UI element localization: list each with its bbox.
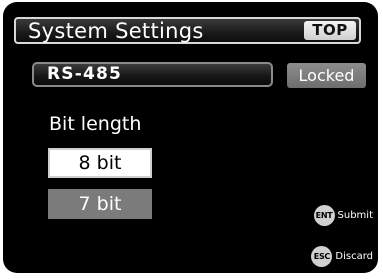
title-bar: System Settings TOP bbox=[14, 17, 361, 44]
ent-key-icon: ENT bbox=[313, 204, 335, 226]
discard-hint[interactable]: ESC Discard bbox=[311, 245, 373, 267]
discard-label: Discard bbox=[335, 250, 373, 262]
option-8-bit[interactable]: 8 bit bbox=[48, 148, 152, 178]
esc-key-icon: ESC bbox=[311, 245, 333, 267]
device-screen: System Settings TOP RS-485 Locked Bit le… bbox=[3, 2, 378, 273]
option-7-bit[interactable]: 7 bit bbox=[48, 189, 152, 219]
submit-label: Submit bbox=[337, 209, 373, 221]
page-title: System Settings bbox=[28, 19, 204, 43]
parameter-name-field: RS-485 bbox=[32, 62, 273, 87]
locked-status-badge: Locked bbox=[287, 63, 366, 88]
parameter-name: RS-485 bbox=[47, 64, 123, 84]
top-button[interactable]: TOP bbox=[304, 21, 356, 40]
setting-label: Bit length bbox=[49, 113, 142, 135]
submit-hint[interactable]: ENT Submit bbox=[313, 204, 373, 226]
